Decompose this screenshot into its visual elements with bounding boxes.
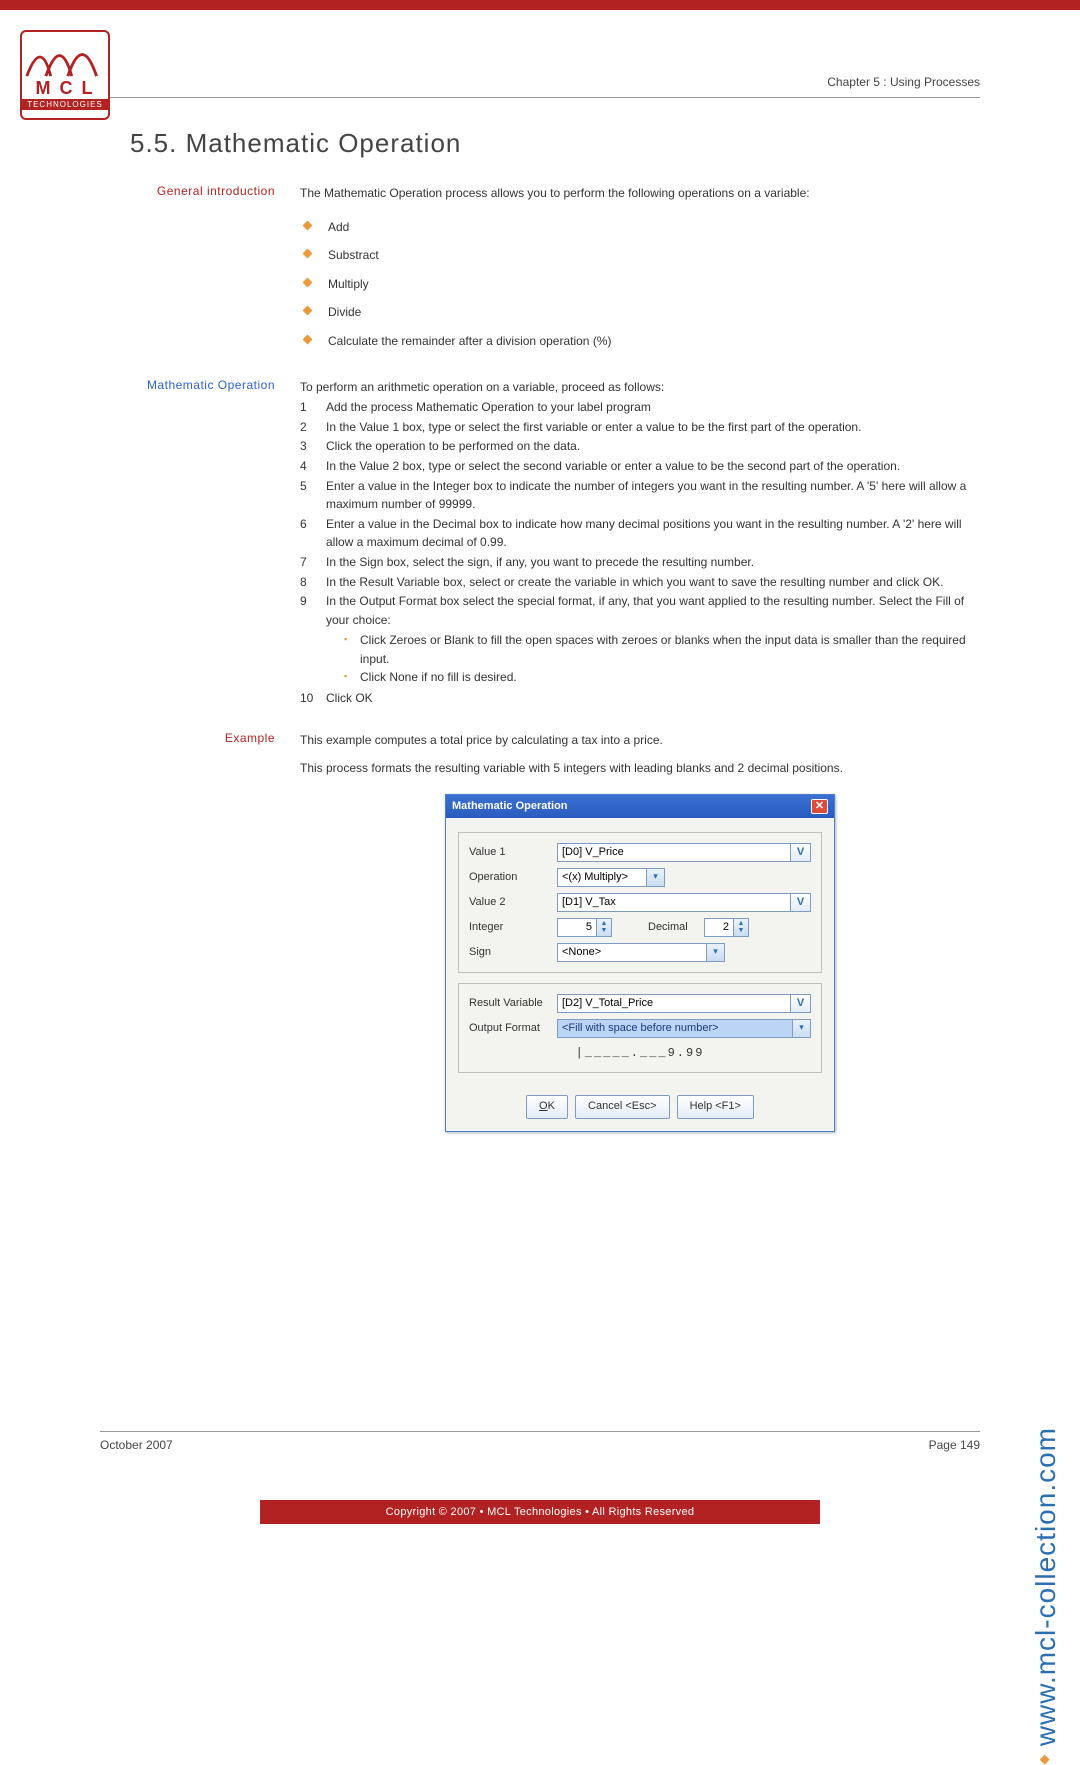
example-p1: This example computes a total price by c…	[300, 731, 980, 750]
mathematic-operation-dialog: Mathematic Operation ✕ Value 1 V	[445, 794, 835, 1132]
value1-picker-button[interactable]: V	[791, 843, 811, 862]
chevron-down-icon[interactable]: ▾	[647, 868, 665, 887]
bullet-item: Calculate the remainder after a division…	[300, 327, 980, 356]
sign-select[interactable]	[557, 943, 707, 962]
step-text: In the Output Format box select the spec…	[326, 594, 964, 627]
chevron-down-icon[interactable]: ▾	[707, 943, 725, 962]
bullet-item: Add	[300, 213, 980, 242]
page-title: 5.5. Mathematic Operation	[130, 128, 980, 159]
step: Click the operation to be performed on t…	[300, 437, 980, 456]
top-divider	[20, 97, 980, 98]
operation-label: Operation	[469, 869, 557, 886]
value1-label: Value 1	[469, 844, 557, 861]
result-variable-input[interactable]	[557, 994, 791, 1013]
output-format-label: Output Format	[469, 1020, 557, 1037]
footer-date: October 2007	[100, 1438, 173, 1452]
integer-spinner[interactable]	[557, 918, 597, 937]
decimal-spinner[interactable]	[704, 918, 734, 937]
procedure-label: Mathematic Operation	[130, 378, 300, 709]
value1-input[interactable]	[557, 843, 791, 862]
step: In the Result Variable box, select or cr…	[300, 573, 980, 592]
chevron-down-icon[interactable]: ▾	[793, 1019, 811, 1038]
intro-lead: The Mathematic Operation process allows …	[300, 184, 980, 203]
dialog-title: Mathematic Operation	[452, 798, 568, 815]
copyright-bar: Copyright © 2007 • MCL Technologies • Al…	[260, 1500, 820, 1524]
mcl-logo: M C L TECHNOLOGIES	[20, 30, 110, 120]
procedure-steps: Add the process Mathematic Operation to …	[300, 398, 980, 708]
cancel-button[interactable]: Cancel <Esc>	[575, 1095, 669, 1118]
format-preview: |_____.___9.99	[469, 1044, 811, 1063]
sub-bullet: Click Zeroes or Blank to fill the open s…	[344, 631, 980, 668]
integer-spin-buttons[interactable]: ▲▼	[597, 918, 612, 937]
bullet-item: Substract	[300, 241, 980, 270]
value2-label: Value 2	[469, 894, 557, 911]
bullet-item: Multiply	[300, 270, 980, 299]
step: Click OK	[300, 689, 980, 708]
side-url: www.mcl-collection.com	[1030, 1427, 1062, 1763]
decimal-label: Decimal	[648, 919, 704, 936]
page-footer: October 2007 Page 149	[100, 1431, 980, 1452]
step: Enter a value in the Decimal box to indi…	[300, 515, 980, 552]
step: Enter a value in the Integer box to indi…	[300, 477, 980, 514]
close-icon[interactable]: ✕	[811, 799, 828, 814]
logo-line2: TECHNOLOGIES	[22, 99, 108, 110]
chapter-label: Chapter 5 : Using Processes	[20, 40, 980, 89]
sub-bullet: Click None if no fill is desired.	[344, 668, 980, 687]
step: In the Value 2 box, type or select the s…	[300, 457, 980, 476]
footer-page: Page 149	[929, 1438, 980, 1452]
operation-select[interactable]	[557, 868, 647, 887]
value2-input[interactable]	[557, 893, 791, 912]
output-format-select[interactable]	[557, 1019, 793, 1038]
decimal-spin-buttons[interactable]: ▲▼	[734, 918, 749, 937]
bullet-item: Divide	[300, 298, 980, 327]
intro-label: General introduction	[130, 184, 300, 356]
diamond-bullet-icon	[1040, 1755, 1050, 1765]
integer-label: Integer	[469, 919, 557, 936]
help-button[interactable]: Help <F1>	[677, 1095, 754, 1118]
result-picker-button[interactable]: V	[791, 994, 811, 1013]
step: In the Value 1 box, type or select the f…	[300, 418, 980, 437]
step: Add the process Mathematic Operation to …	[300, 398, 980, 417]
ok-button[interactable]: OK	[526, 1095, 568, 1118]
example-label: Example	[130, 731, 300, 1132]
result-label: Result Variable	[469, 995, 557, 1012]
intro-bullets: Add Substract Multiply Divide Calculate …	[300, 213, 980, 356]
step: In the Sign box, select the sign, if any…	[300, 553, 980, 572]
value2-picker-button[interactable]: V	[791, 893, 811, 912]
sign-label: Sign	[469, 944, 557, 961]
procedure-lead: To perform an arithmetic operation on a …	[300, 378, 980, 397]
example-p2: This process formats the resulting varia…	[300, 759, 980, 778]
step: In the Output Format box select the spec…	[300, 592, 980, 687]
